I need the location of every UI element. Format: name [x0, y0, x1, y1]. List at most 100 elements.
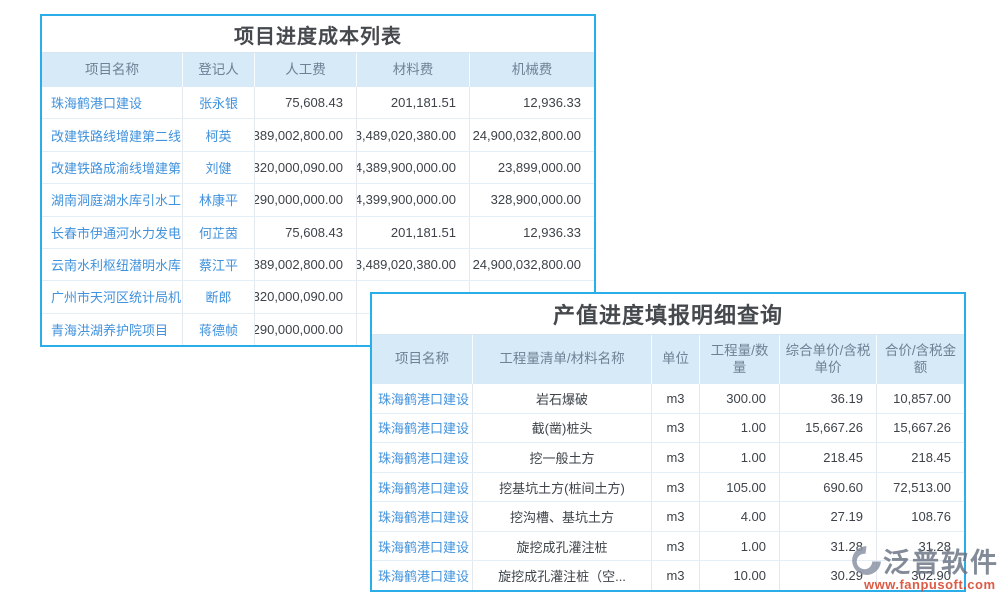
cell-link[interactable]: 珠海鹤港口建设	[372, 532, 473, 561]
cell-value: 挖一般土方	[473, 443, 652, 472]
table-row[interactable]: 湖南洞庭湖水库引水工...林康平4,290,000,000.004,399,90…	[42, 184, 594, 216]
cell-link[interactable]: 珠海鹤港口建设	[372, 502, 473, 531]
cell-value: 389,002,800.00	[255, 249, 357, 280]
cell-value: 218.45	[780, 443, 877, 472]
column-header: 项目名称	[372, 335, 473, 384]
table-row[interactable]: 改建铁路成渝线增建第...刘健320,000,090.004,389,900,0…	[42, 152, 594, 184]
cell-value: 1.00	[700, 414, 780, 443]
cell-value: 30.29	[780, 561, 877, 590]
cell-value: 截(凿)桩头	[473, 414, 652, 443]
cell-value: 201,181.51	[357, 87, 470, 118]
cell-value: 旋挖成孔灌注桩（空...	[473, 561, 652, 590]
cell-value: 4,389,900,000.00	[357, 152, 470, 183]
column-header: 机械费	[470, 53, 594, 87]
cell-value: 4.00	[700, 502, 780, 531]
cell-value: 218.45	[877, 443, 964, 472]
cell-link[interactable]: 珠海鹤港口建设	[372, 473, 473, 502]
cell-value: m3	[652, 532, 700, 561]
cell-value: 岩石爆破	[473, 384, 652, 413]
cell-value: 108.76	[877, 502, 964, 531]
output-table-header: 项目名称工程量清单/材料名称单位工程量/数量综合单价/含税单价合价/含税金额	[372, 335, 964, 384]
cell-value: 201,181.51	[357, 217, 470, 248]
cell-value: 15,667.26	[877, 414, 964, 443]
cell-link[interactable]: 刘健	[183, 152, 255, 183]
cell-value: 24,900,032,800.00	[470, 119, 594, 150]
cell-link[interactable]: 云南水利枢纽潜明水库...	[42, 249, 183, 280]
cell-value: 挖基坑土方(桩间土方)	[473, 473, 652, 502]
cost-table-header: 项目名称登记人人工费材料费机械费	[42, 53, 594, 87]
cell-value: 4,399,900,000.00	[357, 184, 470, 215]
cell-value: 105.00	[700, 473, 780, 502]
cell-value: 1.00	[700, 532, 780, 561]
table-row[interactable]: 改建铁路线增建第二线...柯英389,002,800.003,489,020,3…	[42, 119, 594, 151]
cell-value: 75,608.43	[255, 87, 357, 118]
cell-link[interactable]: 青海洪湖养护院项目	[42, 314, 183, 345]
cell-link[interactable]: 蒋德帧	[183, 314, 255, 345]
cell-link[interactable]: 珠海鹤港口建设	[372, 384, 473, 413]
column-header: 项目名称	[42, 53, 183, 87]
cell-link[interactable]: 柯英	[183, 119, 255, 150]
output-value-query-window: 产值进度填报明细查询 项目名称工程量清单/材料名称单位工程量/数量综合单价/含税…	[370, 292, 966, 592]
table-row[interactable]: 珠海鹤港口建设旋挖成孔灌注桩m31.0031.2831.28	[372, 532, 964, 562]
table-row[interactable]: 云南水利枢纽潜明水库...蔡江平389,002,800.003,489,020,…	[42, 249, 594, 281]
cell-value: m3	[652, 561, 700, 590]
cell-value: 31.28	[780, 532, 877, 561]
column-header: 综合单价/含税单价	[780, 335, 877, 384]
output-window-title: 产值进度填报明细查询	[372, 294, 964, 335]
cell-value: 12,936.33	[470, 87, 594, 118]
table-row[interactable]: 珠海鹤港口建设挖基坑土方(桩间土方)m3105.00690.6072,513.0…	[372, 473, 964, 503]
cell-link[interactable]: 林康平	[183, 184, 255, 215]
column-header: 合价/含税金额	[877, 335, 964, 384]
cell-value: 10,857.00	[877, 384, 964, 413]
output-table-body: 珠海鹤港口建设岩石爆破m3300.0036.1910,857.00珠海鹤港口建设…	[372, 384, 964, 590]
cell-link[interactable]: 广州市天河区统计局机...	[42, 281, 183, 312]
cell-value: 75,608.43	[255, 217, 357, 248]
cell-value: 3,489,020,380.00	[357, 119, 470, 150]
cell-value: 389,002,800.00	[255, 119, 357, 150]
table-row[interactable]: 珠海鹤港口建设挖沟槽、基坑土方m34.0027.19108.76	[372, 502, 964, 532]
cell-link[interactable]: 何芷茵	[183, 217, 255, 248]
table-row[interactable]: 珠海鹤港口建设截(凿)桩头m31.0015,667.2615,667.26	[372, 414, 964, 444]
cell-value: 3,489,020,380.00	[357, 249, 470, 280]
cell-value: 24,900,032,800.00	[470, 249, 594, 280]
cell-link[interactable]: 张永银	[183, 87, 255, 118]
table-row[interactable]: 珠海鹤港口建设张永银75,608.43201,181.5112,936.33	[42, 87, 594, 119]
cost-window-title: 项目进度成本列表	[42, 16, 594, 53]
cell-value: 328,900,000.00	[470, 184, 594, 215]
cell-link[interactable]: 珠海鹤港口建设	[372, 443, 473, 472]
cell-value: m3	[652, 414, 700, 443]
cell-link[interactable]: 蔡江平	[183, 249, 255, 280]
cell-link[interactable]: 改建铁路线增建第二线...	[42, 119, 183, 150]
cell-link[interactable]: 珠海鹤港口建设	[42, 87, 183, 118]
column-header: 登记人	[183, 53, 255, 87]
cell-value: 690.60	[780, 473, 877, 502]
cell-value: 4,290,000,000.00	[255, 184, 357, 215]
cell-value: m3	[652, 502, 700, 531]
cell-value: 4,290,000,000.00	[255, 314, 357, 345]
cell-value: 320,000,090.00	[255, 281, 357, 312]
table-row[interactable]: 长春市伊通河水力发电...何芷茵75,608.43201,181.5112,93…	[42, 217, 594, 249]
cell-value: 27.19	[780, 502, 877, 531]
cell-value: 302.90	[877, 561, 964, 590]
table-row[interactable]: 珠海鹤港口建设岩石爆破m3300.0036.1910,857.00	[372, 384, 964, 414]
table-row[interactable]: 珠海鹤港口建设挖一般土方m31.00218.45218.45	[372, 443, 964, 473]
cell-link[interactable]: 长春市伊通河水力发电...	[42, 217, 183, 248]
cell-value: 23,899,000.00	[470, 152, 594, 183]
cell-link[interactable]: 珠海鹤港口建设	[372, 561, 473, 590]
column-header: 工程量/数量	[700, 335, 780, 384]
cell-value: 10.00	[700, 561, 780, 590]
cell-value: 36.19	[780, 384, 877, 413]
table-row[interactable]: 珠海鹤港口建设旋挖成孔灌注桩（空...m310.0030.29302.90	[372, 561, 964, 590]
cell-link[interactable]: 湖南洞庭湖水库引水工...	[42, 184, 183, 215]
cell-link[interactable]: 断郎	[183, 281, 255, 312]
cell-value: 旋挖成孔灌注桩	[473, 532, 652, 561]
cell-link[interactable]: 改建铁路成渝线增建第...	[42, 152, 183, 183]
cell-value: 31.28	[877, 532, 964, 561]
cell-value: 300.00	[700, 384, 780, 413]
column-header: 单位	[652, 335, 700, 384]
cell-value: 72,513.00	[877, 473, 964, 502]
column-header: 人工费	[255, 53, 357, 87]
column-header: 工程量清单/材料名称	[473, 335, 652, 384]
cell-value: m3	[652, 384, 700, 413]
cell-link[interactable]: 珠海鹤港口建设	[372, 414, 473, 443]
